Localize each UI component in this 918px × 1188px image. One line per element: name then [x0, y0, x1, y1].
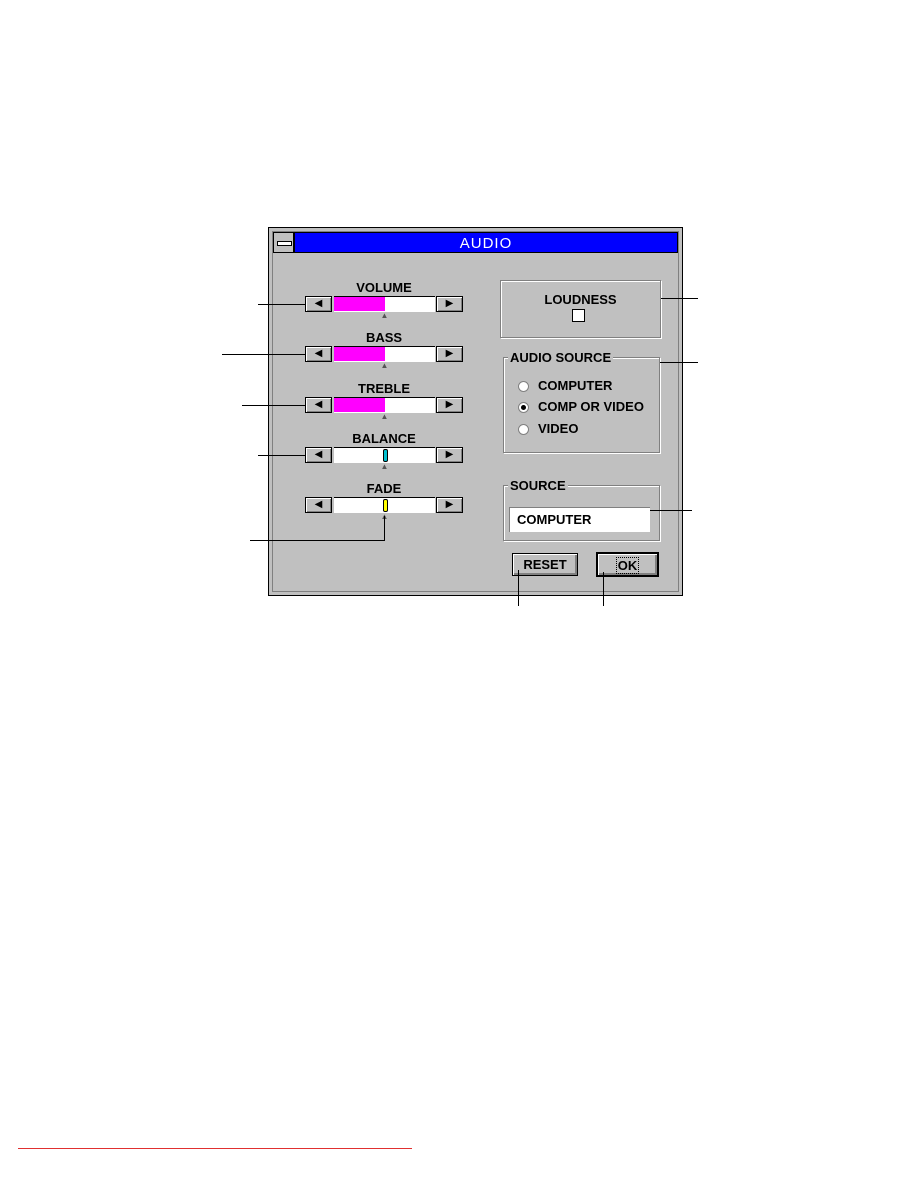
callout-fade — [250, 516, 385, 541]
callout-lines — [18, 298, 698, 1149]
